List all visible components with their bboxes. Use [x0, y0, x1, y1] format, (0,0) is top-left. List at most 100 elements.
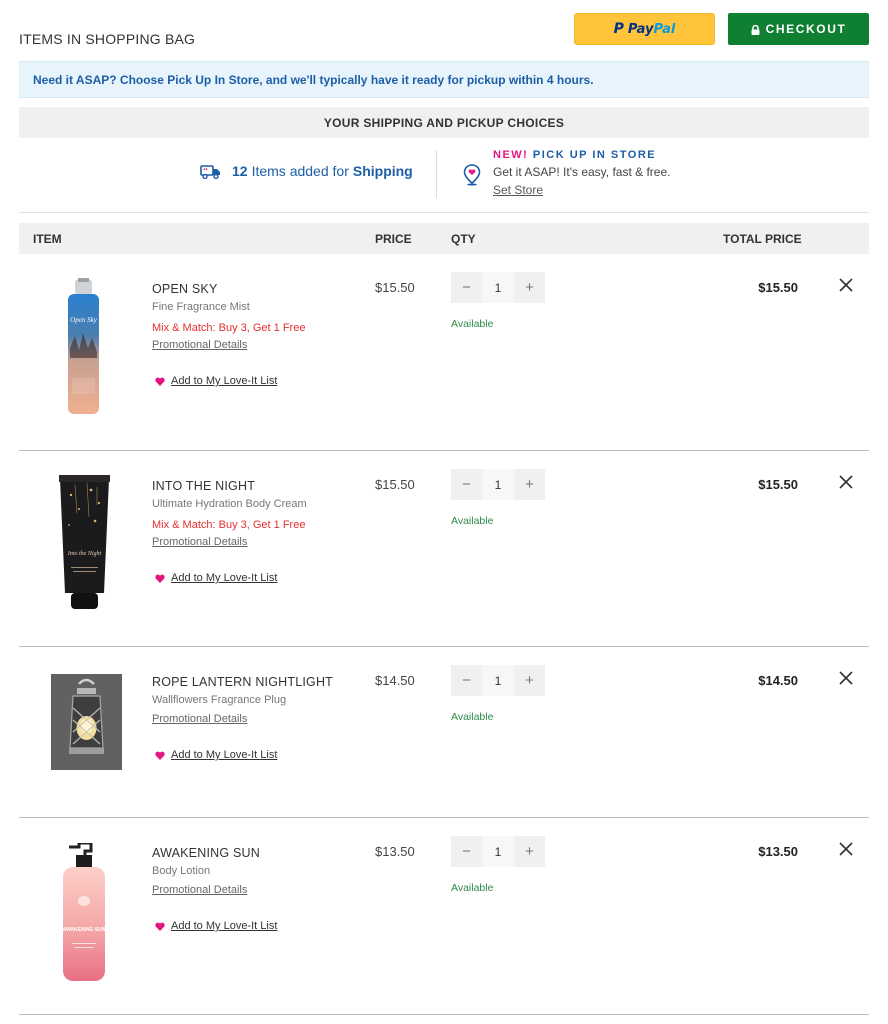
shipping-choices-header: YOUR SHIPPING AND PICKUP CHOICES: [19, 107, 869, 138]
quantity-value[interactable]: 1: [482, 836, 514, 867]
quantity-value[interactable]: 1: [482, 272, 514, 303]
decrease-quantity-button[interactable]: −: [451, 836, 482, 867]
close-icon[interactable]: [838, 670, 854, 686]
add-to-love-list-link[interactable]: Add to My Love-It List: [155, 375, 277, 387]
product-name[interactable]: AWAKENING SUN: [152, 846, 260, 860]
product-image[interactable]: Into the Night: [57, 475, 112, 611]
close-icon[interactable]: [838, 277, 854, 293]
line-total: $15.50: [758, 477, 798, 492]
location-pin-icon: [463, 164, 481, 186]
line-total: $13.50: [758, 844, 798, 859]
product-subname: Fine Fragrance Mist: [152, 301, 250, 313]
page-title: ITEMS IN SHOPPING BAG: [19, 31, 196, 47]
availability-status: Available: [451, 882, 494, 894]
quantity-value[interactable]: 1: [482, 665, 514, 696]
pickup-heading: NEW! PICK UP IN STORE: [493, 149, 670, 161]
unit-price: $13.50: [375, 844, 415, 859]
unit-price: $15.50: [375, 280, 415, 295]
increase-quantity-button[interactable]: +: [514, 836, 545, 867]
paypal-label-pal: Pal: [653, 21, 676, 37]
set-store-link[interactable]: Set Store: [493, 183, 543, 197]
shipping-summary[interactable]: 12 Items added for Shipping: [200, 163, 413, 179]
heart-icon: [155, 751, 165, 760]
product-image[interactable]: Open Sky: [61, 278, 106, 418]
quantity-value[interactable]: 1: [482, 469, 514, 500]
product-image[interactable]: AWAKENING SUN: [55, 843, 113, 983]
column-qty: QTY: [451, 232, 476, 246]
truck-icon: [200, 165, 220, 179]
promo-text: Mix & Match: Buy 3, Get 1 Free: [152, 519, 306, 531]
shipping-text: Items added for: [251, 163, 349, 179]
plus-icon: +: [525, 279, 534, 296]
increase-quantity-button[interactable]: +: [514, 665, 545, 696]
paypal-label-pay: Pay: [627, 21, 654, 37]
cart-item: Into the Night INTO THE NIGHT Ultimate H…: [19, 451, 869, 647]
promotional-details-link[interactable]: Promotional Details: [152, 713, 247, 725]
quantity-stepper: − 1 +: [451, 272, 547, 303]
shipping-choices-title: YOUR SHIPPING AND PICKUP CHOICES: [323, 115, 565, 130]
promotional-details-link[interactable]: Promotional Details: [152, 536, 247, 548]
love-list-label: Add to My Love-It List: [171, 749, 278, 761]
availability-status: Available: [451, 711, 494, 723]
quantity-stepper: − 1 +: [451, 836, 547, 867]
cart-item: ROPE LANTERN NIGHTLIGHT Wallflowers Frag…: [19, 647, 869, 818]
checkout-label: CHECKOUT: [765, 22, 847, 36]
product-subname: Wallflowers Fragrance Plug: [152, 694, 287, 706]
plus-icon: +: [525, 672, 534, 689]
increase-quantity-button[interactable]: +: [514, 469, 545, 500]
product-name[interactable]: ROPE LANTERN NIGHTLIGHT: [152, 675, 333, 689]
add-to-love-list-link[interactable]: Add to My Love-It List: [155, 920, 277, 932]
product-image-label: Open Sky: [70, 316, 98, 324]
checkout-button[interactable]: CHECKOUT: [728, 13, 869, 45]
quantity-stepper: − 1 +: [451, 469, 547, 500]
promotional-details-link[interactable]: Promotional Details: [152, 884, 247, 896]
unit-price: $15.50: [375, 477, 415, 492]
decrease-quantity-button[interactable]: −: [451, 469, 482, 500]
shipping-item-count: 12: [232, 163, 248, 179]
decrease-quantity-button[interactable]: −: [451, 665, 482, 696]
love-list-label: Add to My Love-It List: [171, 375, 278, 387]
column-item: ITEM: [33, 232, 62, 246]
minus-icon: −: [462, 279, 471, 296]
banner-text: Need it ASAP? Choose Pick Up In Store, a…: [33, 72, 594, 87]
product-subname: Ultimate Hydration Body Cream: [152, 498, 307, 510]
increase-quantity-button[interactable]: +: [514, 272, 545, 303]
close-icon[interactable]: [838, 474, 854, 490]
quantity-stepper: − 1 +: [451, 665, 547, 696]
love-list-label: Add to My Love-It List: [171, 572, 278, 584]
decrease-quantity-button[interactable]: −: [451, 272, 482, 303]
close-icon[interactable]: [838, 841, 854, 857]
add-to-love-list-link[interactable]: Add to My Love-It List: [155, 572, 277, 584]
heart-icon: [155, 574, 165, 583]
product-name[interactable]: OPEN SKY: [152, 282, 218, 296]
cart-item: AWAKENING SUN AWAKENING SUN Body Lotion …: [19, 818, 869, 1015]
line-total: $15.50: [758, 280, 798, 295]
add-to-love-list-link[interactable]: Add to My Love-It List: [155, 749, 277, 761]
minus-icon: −: [462, 672, 471, 689]
availability-status: Available: [451, 515, 494, 527]
minus-icon: −: [462, 843, 471, 860]
cart-column-header: ITEM PRICE QTY TOTAL PRICE: [19, 223, 869, 254]
lock-icon: [751, 25, 760, 35]
plus-icon: +: [525, 843, 534, 860]
product-subname: Body Lotion: [152, 865, 211, 877]
product-name[interactable]: INTO THE NIGHT: [152, 479, 255, 493]
shipping-word: Shipping: [352, 163, 413, 179]
heart-icon: [155, 922, 165, 931]
column-total-price: TOTAL PRICE: [723, 232, 802, 246]
line-total: $14.50: [758, 673, 798, 688]
row-divider: [19, 1014, 869, 1015]
product-image[interactable]: [51, 674, 122, 770]
heart-icon: [155, 377, 165, 386]
pickup-title: PICK UP IN STORE: [532, 149, 657, 161]
product-image-label: AWAKENING SUN: [63, 927, 106, 933]
pickup-option: NEW! PICK UP IN STORE Get it ASAP! It's …: [493, 149, 670, 197]
choices-divider: [436, 150, 437, 198]
pickup-promo-banner: Need it ASAP? Choose Pick Up In Store, a…: [19, 61, 869, 98]
product-image-label: Into the Night: [67, 551, 102, 557]
paypal-button[interactable]: P Pay Pal: [574, 13, 715, 45]
plus-icon: +: [525, 476, 534, 493]
new-badge: NEW!: [493, 149, 529, 161]
cart-item: Open Sky OPEN SKY Fine Fragrance Mist Mi…: [19, 254, 869, 451]
promotional-details-link[interactable]: Promotional Details: [152, 339, 247, 351]
